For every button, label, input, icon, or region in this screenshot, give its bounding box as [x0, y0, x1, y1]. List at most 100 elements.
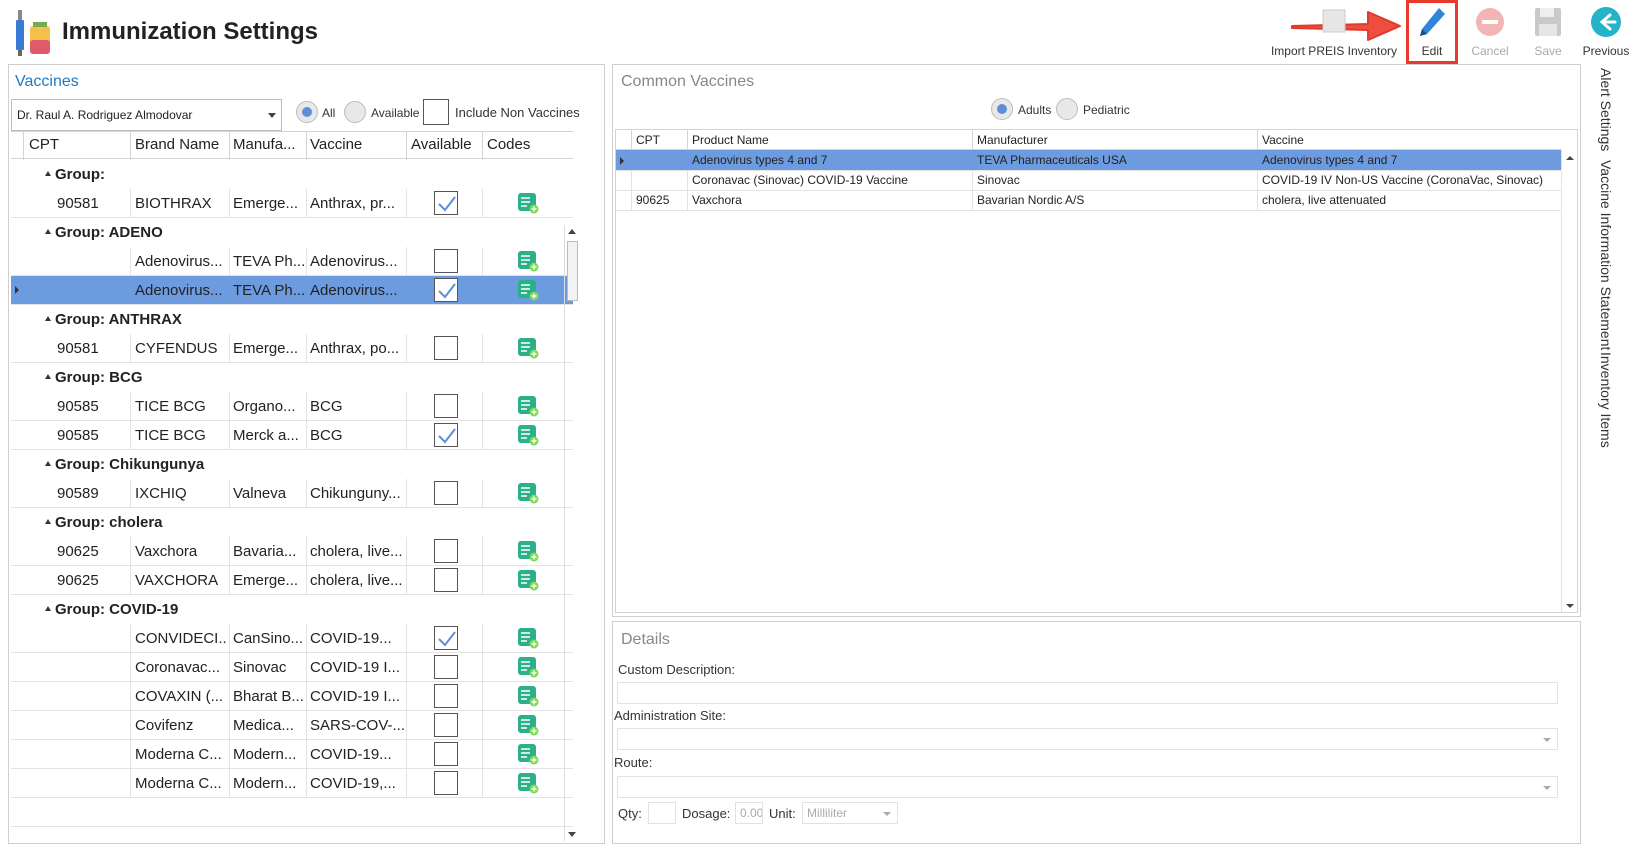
qty-input[interactable] [648, 802, 676, 824]
table-row[interactable]: 90589 IXCHIQ Valneva Chikunguny... [11, 479, 573, 508]
cancel-button[interactable]: Cancel [1468, 4, 1512, 60]
available-checkbox[interactable] [434, 713, 458, 737]
codes-icon[interactable] [517, 656, 539, 678]
available-checkbox[interactable] [434, 684, 458, 708]
table-row[interactable]: Moderna C... Modern... COVID-19,... [11, 769, 573, 798]
codes-icon[interactable] [517, 192, 539, 214]
table-row[interactable]: Adenovirus... TEVA Ph... Adenovirus... [11, 247, 573, 276]
col-cpt[interactable]: CPT [29, 136, 59, 153]
scroll-down-icon[interactable] [568, 832, 576, 837]
pediatric-radio[interactable] [1056, 98, 1078, 120]
codes-icon[interactable] [517, 714, 539, 736]
available-checkbox[interactable] [434, 771, 458, 795]
group-row[interactable]: Group: Chikungunya [11, 450, 573, 479]
col-manufacturer[interactable]: Manufacturer [977, 133, 1048, 147]
table-row[interactable]: Coronavac... Sinovac COVID-19 I... [11, 653, 573, 682]
available-checkbox[interactable] [434, 249, 458, 273]
table-row[interactable]: Coronavac (Sinovac) COVID-19 Vaccine Sino… [616, 170, 1561, 191]
table-row[interactable]: 90585 TICE BCG Organo... BCG [11, 392, 573, 421]
filter-available-radio[interactable] [344, 101, 366, 123]
expand-toggle-icon[interactable] [45, 316, 51, 321]
table-row[interactable]: 90625 VAXCHORA Emerge... cholera, live... [11, 566, 573, 595]
available-checkbox[interactable] [434, 655, 458, 679]
available-checkbox[interactable] [434, 191, 458, 215]
table-row[interactable]: CONVIDECI... CanSino... COVID-19... [11, 624, 573, 653]
scroll-up-icon[interactable] [1566, 156, 1574, 160]
group-row[interactable]: Group: ANTHRAX [11, 305, 573, 334]
unit-dropdown[interactable]: Milliliter [802, 802, 898, 824]
table-row[interactable]: Adenovirus types 4 and 7 TEVA Pharmaceuti… [616, 150, 1561, 171]
tab-alert-settings[interactable]: Alert Settings [1598, 68, 1614, 151]
col-vaccine[interactable]: Vaccine [1262, 133, 1304, 147]
table-row[interactable]: Adenovirus... TEVA Ph... Adenovirus... [11, 276, 573, 305]
table-row[interactable]: COVAXIN (... Bharat B... COVID-19 I... [11, 682, 573, 711]
codes-icon[interactable] [517, 395, 539, 417]
table-row[interactable] [11, 798, 573, 827]
include-non-vaccines-checkbox[interactable] [423, 99, 449, 125]
vaccines-grid: CPT Brand Name Manufa... Vaccine Availab… [11, 131, 604, 843]
adults-radio[interactable] [991, 98, 1013, 120]
group-row[interactable]: Group: BCG [11, 363, 573, 392]
available-checkbox[interactable] [434, 742, 458, 766]
previous-button[interactable]: Previous [1578, 4, 1634, 60]
vaccines-scrollbar[interactable] [564, 225, 579, 841]
expand-toggle-icon[interactable] [45, 229, 51, 234]
codes-icon[interactable] [517, 772, 539, 794]
expand-toggle-icon[interactable] [45, 461, 51, 466]
codes-icon[interactable] [517, 743, 539, 765]
col-cpt[interactable]: CPT [636, 133, 660, 147]
dosage-input[interactable]: 0.00 [735, 802, 763, 824]
codes-icon[interactable] [517, 627, 539, 649]
col-available[interactable]: Available [411, 136, 472, 153]
col-manufacturer[interactable]: Manufa... [233, 136, 296, 153]
col-codes[interactable]: Codes [487, 136, 530, 153]
codes-icon[interactable] [517, 569, 539, 591]
col-brand-name[interactable]: Brand Name [135, 136, 219, 153]
group-row[interactable]: Group: cholera [11, 508, 573, 537]
table-row[interactable]: 90581 CYFENDUS Emerge... Anthrax, po... [11, 334, 573, 363]
custom-description-input[interactable] [617, 682, 1558, 704]
filter-all-radio[interactable] [296, 101, 318, 123]
expand-toggle-icon[interactable] [45, 171, 51, 176]
scroll-down-icon[interactable] [1566, 604, 1574, 608]
available-checkbox[interactable] [434, 423, 458, 447]
codes-icon[interactable] [517, 279, 539, 301]
administration-site-dropdown[interactable] [617, 728, 1558, 750]
available-checkbox[interactable] [434, 626, 458, 650]
available-checkbox[interactable] [434, 539, 458, 563]
available-checkbox[interactable] [434, 336, 458, 360]
table-row[interactable]: Covifenz Medica... SARS-COV-... [11, 711, 573, 740]
group-row[interactable]: Group: COVID-19 [11, 595, 573, 624]
available-checkbox[interactable] [434, 278, 458, 302]
codes-icon[interactable] [517, 482, 539, 504]
codes-icon[interactable] [517, 250, 539, 272]
scroll-thumb[interactable] [567, 241, 578, 301]
table-row[interactable]: Moderna C... Modern... COVID-19... [11, 740, 573, 769]
save-button[interactable]: Save [1526, 4, 1570, 60]
expand-toggle-icon[interactable] [45, 374, 51, 379]
import-preis-button[interactable]: Import PREIS Inventory [1268, 4, 1400, 60]
codes-icon[interactable] [517, 540, 539, 562]
scroll-up-icon[interactable] [568, 229, 576, 234]
table-row[interactable]: 90581 BIOTHRAX Emerge... Anthrax, pr... [11, 189, 573, 218]
common-scrollbar[interactable] [1561, 150, 1577, 612]
table-row[interactable]: 90585 TICE BCG Merck a... BCG [11, 421, 573, 450]
expand-toggle-icon[interactable] [45, 606, 51, 611]
group-row[interactable]: Group: ADENO [11, 218, 573, 247]
available-checkbox[interactable] [434, 568, 458, 592]
provider-dropdown[interactable]: Dr. Raul A. Rodriguez Almodovar [11, 99, 282, 131]
group-row[interactable]: Group: [11, 160, 573, 189]
col-product-name[interactable]: Product Name [692, 133, 769, 147]
available-checkbox[interactable] [434, 481, 458, 505]
available-checkbox[interactable] [434, 394, 458, 418]
tab-inventory-items[interactable]: Inventory Items [1598, 352, 1614, 448]
col-vaccine[interactable]: Vaccine [310, 136, 362, 153]
codes-icon[interactable] [517, 424, 539, 446]
codes-icon[interactable] [517, 685, 539, 707]
table-row[interactable]: 90625 Vaxchora Bavarian Nordic A/S cholera,… [616, 190, 1561, 211]
tab-vaccine-information-statement[interactable]: Vaccine Information Statement [1598, 160, 1614, 350]
expand-toggle-icon[interactable] [45, 519, 51, 524]
table-row[interactable]: 90625 Vaxchora Bavaria... cholera, live... [11, 537, 573, 566]
codes-icon[interactable] [517, 337, 539, 359]
route-dropdown[interactable] [617, 776, 1558, 798]
